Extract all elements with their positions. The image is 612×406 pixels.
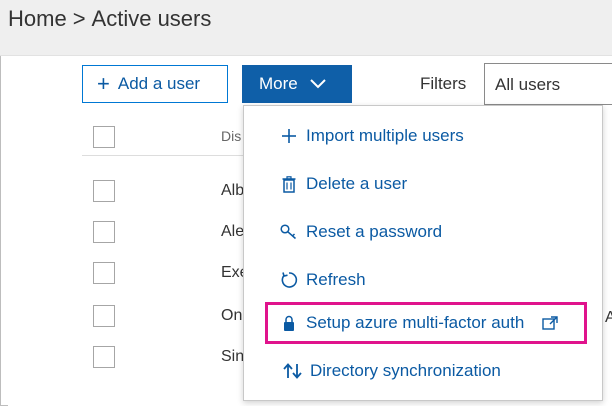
column-header-display-name[interactable]: Dis — [221, 128, 241, 144]
menu-item-setup-mfa[interactable]: Setup azure multi-factor auth — [244, 303, 602, 343]
breadcrumb-separator: > — [72, 6, 86, 31]
chevron-down-icon — [310, 74, 326, 94]
row-checkbox[interactable] — [93, 262, 115, 284]
external-link-icon — [542, 316, 558, 330]
table-row[interactable]: Sin — [221, 348, 244, 366]
menu-item-label: Delete a user — [306, 174, 408, 193]
table-cell-fragment: A — [605, 309, 612, 326]
row-checkbox[interactable] — [93, 346, 115, 368]
table-row[interactable]: Alb — [221, 182, 244, 200]
sync-arrows-icon — [282, 362, 304, 380]
select-all-checkbox[interactable] — [93, 126, 115, 148]
more-dropdown-menu: Import multiple users Delete a user Rese… — [243, 105, 603, 401]
breadcrumb-home[interactable]: Home — [8, 6, 67, 32]
filter-select[interactable]: All users — [484, 63, 612, 105]
menu-item-import-multiple-users[interactable]: Import multiple users — [244, 116, 602, 156]
row-checkbox[interactable] — [93, 305, 115, 327]
breadcrumb: Home > Active users — [8, 6, 211, 32]
row-checkbox[interactable] — [93, 180, 115, 202]
add-user-button[interactable]: + Add a user — [82, 65, 228, 103]
key-icon — [278, 224, 300, 240]
more-label: More — [259, 74, 298, 93]
menu-item-label: Setup azure multi-factor auth — [306, 313, 525, 332]
plus-icon: + — [97, 71, 110, 96]
menu-item-label: Refresh — [306, 270, 366, 289]
breadcrumb-current: Active users — [91, 6, 212, 31]
menu-item-label: Reset a password — [306, 222, 443, 241]
refresh-icon — [278, 271, 300, 289]
menu-item-refresh[interactable]: Refresh — [244, 260, 602, 300]
plus-icon — [278, 128, 300, 144]
table-row[interactable]: On — [221, 307, 242, 325]
menu-item-reset-password[interactable]: Reset a password — [244, 212, 602, 252]
menu-item-label: Directory synchronization — [310, 361, 501, 380]
table-row[interactable]: Ale — [221, 223, 244, 241]
lock-icon — [278, 315, 300, 332]
trash-icon — [278, 175, 300, 193]
add-user-label: Add a user — [117, 74, 201, 93]
row-checkbox[interactable] — [93, 221, 115, 243]
menu-item-delete-user[interactable]: Delete a user — [244, 164, 602, 204]
filters-label: Filters — [420, 74, 467, 93]
menu-item-directory-synchronization[interactable]: Directory synchronization — [244, 351, 602, 391]
more-button[interactable]: More — [242, 65, 352, 103]
menu-item-label: Import multiple users — [306, 126, 464, 145]
